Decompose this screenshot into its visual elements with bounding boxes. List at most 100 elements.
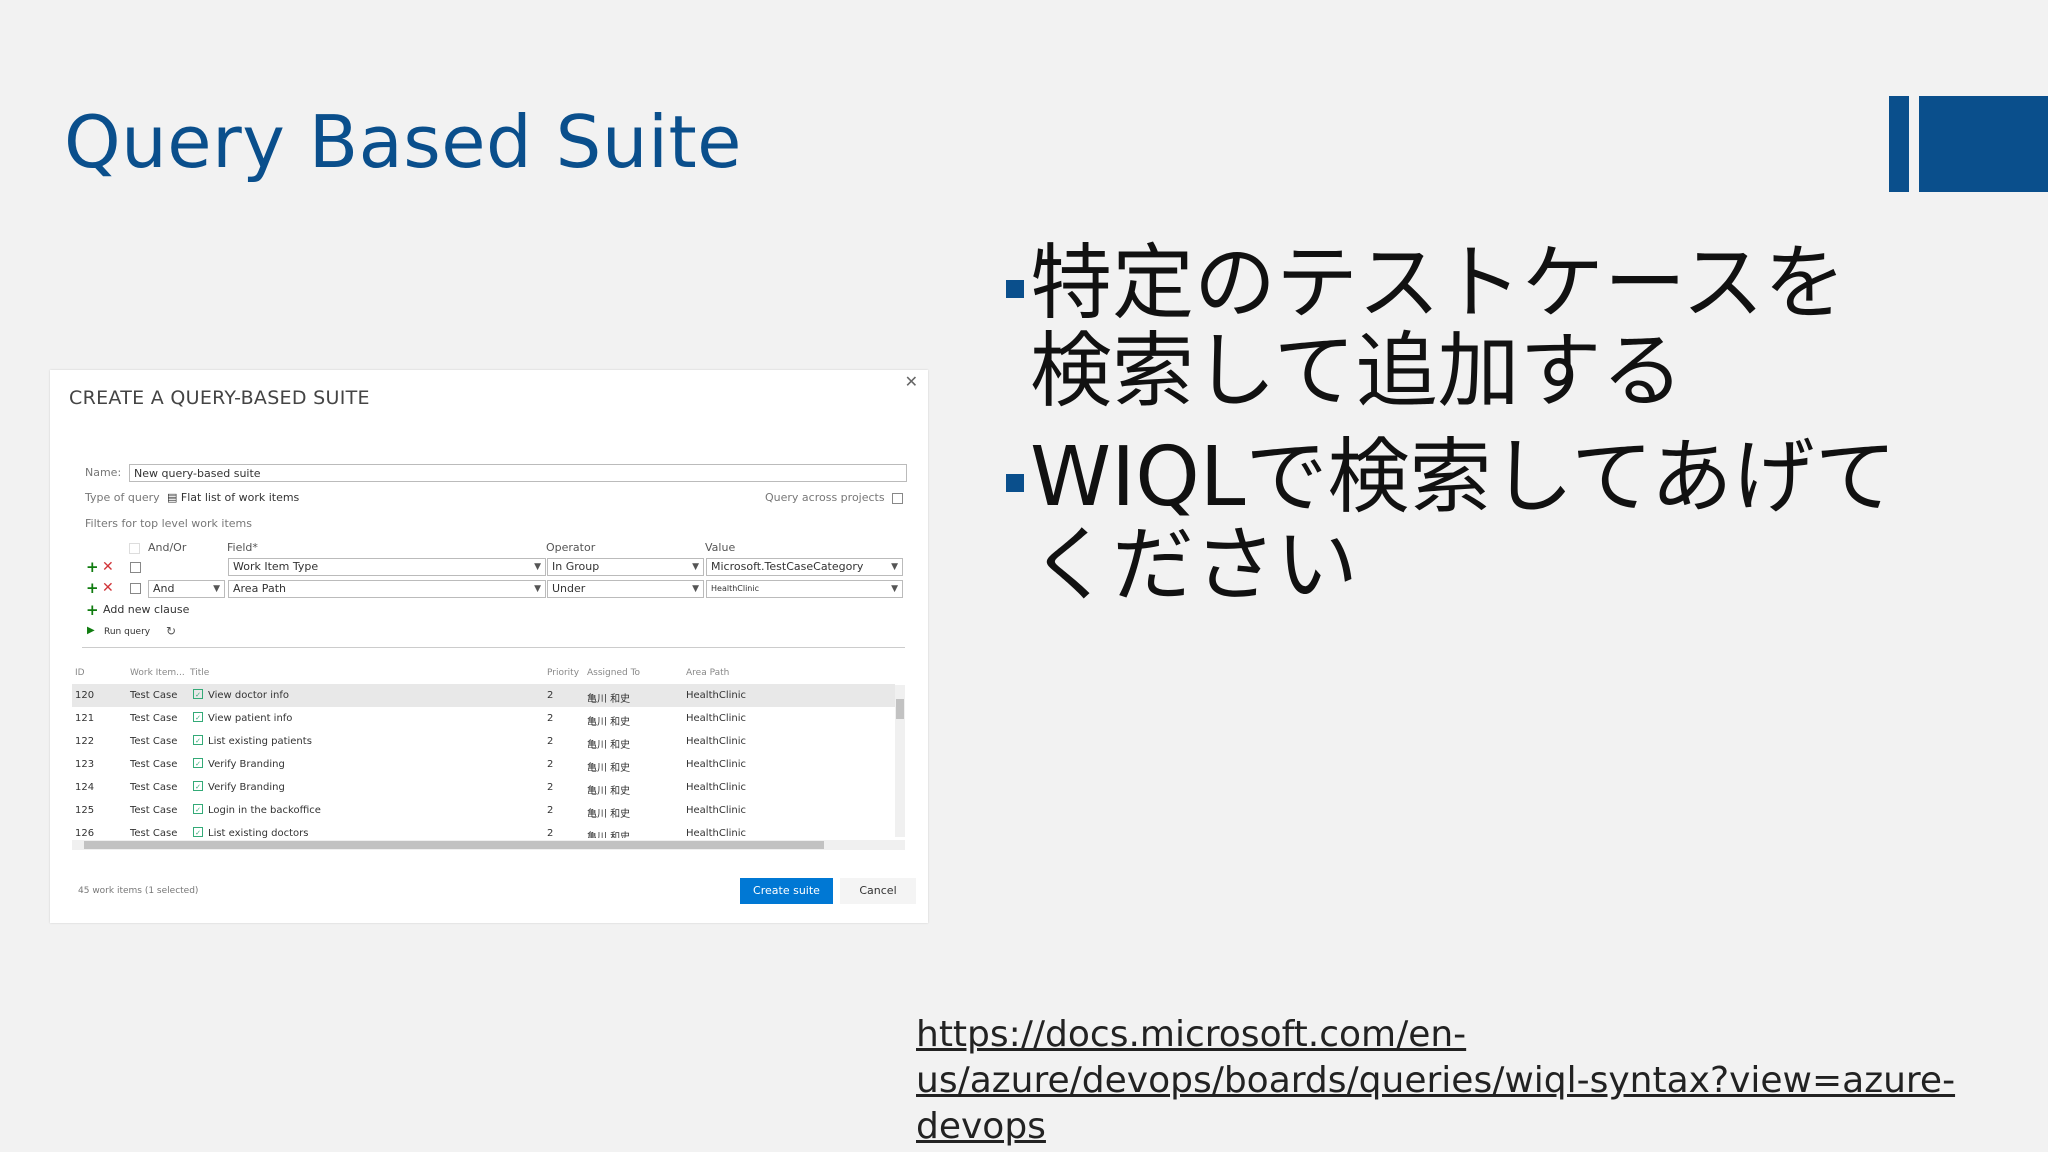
grid-header-title[interactable]: Title: [190, 668, 209, 678]
operator-dropdown[interactable]: In Group ▼: [547, 558, 704, 576]
scroll-thumb[interactable]: [896, 699, 904, 719]
operator-dropdown[interactable]: Under ▼: [547, 580, 704, 598]
grid-header-id[interactable]: ID: [75, 668, 85, 678]
field-value: Work Item Type: [233, 560, 319, 573]
add-new-clause-link[interactable]: Add new clause: [103, 603, 189, 616]
reference-link[interactable]: https://docs.microsoft.com/en-us/azure/d…: [916, 1012, 1976, 1150]
scroll-thumb[interactable]: [84, 841, 824, 849]
cell-type: Test Case: [130, 713, 178, 724]
cell-id: 125: [75, 805, 95, 816]
add-clause-plus-icon[interactable]: +: [86, 560, 99, 575]
query-across-projects-checkbox[interactable]: [892, 493, 903, 504]
cell-area: HealthClinic: [686, 828, 746, 838]
cell-id: 122: [75, 736, 95, 747]
cell-assigned: 亀川 和史: [587, 717, 631, 728]
table-row[interactable]: 121 Test Case ✓ View patient info 2 亀川 和…: [72, 707, 895, 730]
cell-assigned: 亀川 和史: [587, 832, 631, 838]
cell-title: View patient info: [208, 713, 293, 724]
bullet-text: WIQLで検索してあげて ください: [1030, 430, 1897, 613]
select-all-checkbox[interactable]: [129, 543, 140, 554]
cell-id: 123: [75, 759, 95, 770]
filters-label: Filters for top level work items: [85, 517, 252, 530]
cell-id: 120: [75, 690, 95, 701]
cell-area: HealthClinic: [686, 782, 746, 793]
cell-title: Verify Branding: [208, 782, 285, 793]
vertical-scrollbar[interactable]: [895, 685, 905, 837]
type-of-query-value[interactable]: ▤ Flat list of work items: [167, 491, 299, 504]
test-case-icon: ✓: [193, 712, 203, 722]
close-icon[interactable]: ✕: [905, 372, 918, 391]
grid-header-assigned[interactable]: Assigned To: [587, 668, 640, 678]
grid-header-type[interactable]: Work Item...: [130, 668, 185, 678]
cancel-button[interactable]: Cancel: [840, 878, 916, 904]
operator-value: In Group: [552, 560, 600, 573]
cell-assigned: 亀川 和史: [587, 694, 631, 705]
field-dropdown[interactable]: Work Item Type ▼: [228, 558, 546, 576]
name-input[interactable]: New query-based suite: [129, 464, 907, 482]
add-clause-plus-icon[interactable]: +: [86, 581, 99, 596]
cell-priority: 2: [547, 713, 554, 724]
cell-priority: 2: [547, 690, 554, 701]
table-row[interactable]: 122 Test Case ✓ List existing patients 2…: [72, 730, 895, 753]
cell-area: HealthClinic: [686, 713, 746, 724]
value-dropdown[interactable]: HealthClinic ▼: [706, 580, 903, 598]
cell-area: HealthClinic: [686, 759, 746, 770]
value-text: HealthClinic: [711, 584, 759, 593]
cell-title: Verify Branding: [208, 759, 285, 770]
cell-type: Test Case: [130, 736, 178, 747]
value-dropdown[interactable]: Microsoft.TestCaseCategory ▼: [706, 558, 903, 576]
chevron-down-icon: ▼: [213, 584, 220, 594]
value-text: Microsoft.TestCaseCategory: [711, 560, 864, 573]
cell-assigned: 亀川 和史: [587, 809, 631, 820]
table-row[interactable]: 123 Test Case ✓ Verify Branding 2 亀川 和史 …: [72, 753, 895, 776]
cell-title: List existing doctors: [208, 828, 309, 838]
name-label: Name:: [85, 466, 122, 479]
clause-checkbox[interactable]: [130, 583, 141, 594]
cell-title: View doctor info: [208, 690, 289, 701]
cell-priority: 2: [547, 782, 554, 793]
cell-assigned: 亀川 和史: [587, 786, 631, 797]
list-icon: ▤: [167, 491, 178, 504]
bullet-marker-icon: [1006, 280, 1024, 298]
chevron-down-icon: ▼: [692, 584, 699, 594]
test-case-icon: ✓: [193, 689, 203, 699]
chevron-down-icon: ▼: [534, 584, 541, 594]
field-dropdown[interactable]: Area Path ▼: [228, 580, 546, 598]
create-query-suite-dialog: CREATE A QUERY-BASED SUITE ✕ Name: New q…: [50, 370, 928, 923]
cell-area: HealthClinic: [686, 805, 746, 816]
cell-area: HealthClinic: [686, 736, 746, 747]
grid-header-area[interactable]: Area Path: [686, 668, 729, 678]
table-row[interactable]: 124 Test Case ✓ Verify Branding 2 亀川 和史 …: [72, 776, 895, 799]
table-row[interactable]: 126 Test Case ✓ List existing doctors 2 …: [72, 822, 895, 838]
cell-id: 124: [75, 782, 95, 793]
cell-type: Test Case: [130, 759, 178, 770]
andor-dropdown[interactable]: And ▼: [148, 580, 225, 598]
remove-clause-icon[interactable]: ✕: [102, 560, 114, 574]
cell-area: HealthClinic: [686, 690, 746, 701]
bullet-item: 特定のテストケースを 検索して追加する: [1000, 240, 2000, 416]
remove-clause-icon[interactable]: ✕: [102, 581, 114, 595]
refresh-icon[interactable]: ↻: [166, 624, 176, 638]
slide-title: Query Based Suite: [64, 100, 742, 184]
accent-bar-thin: [1889, 96, 1909, 192]
clause-checkbox[interactable]: [130, 562, 141, 573]
cell-assigned: 亀川 和史: [587, 763, 631, 774]
horizontal-scrollbar[interactable]: [72, 840, 905, 850]
grid-header-priority[interactable]: Priority: [547, 668, 579, 678]
cell-priority: 2: [547, 828, 554, 838]
bullet-marker-icon: [1006, 474, 1024, 492]
cell-title: Login in the backoffice: [208, 805, 321, 816]
table-row[interactable]: 125 Test Case ✓ Login in the backoffice …: [72, 799, 895, 822]
create-suite-button[interactable]: Create suite: [740, 878, 833, 904]
run-query-button[interactable]: Run query: [104, 627, 150, 637]
test-case-icon: ✓: [193, 827, 203, 837]
chevron-down-icon: ▼: [692, 562, 699, 572]
andor-header: And/Or: [148, 541, 187, 554]
cell-priority: 2: [547, 805, 554, 816]
divider: [82, 647, 905, 648]
andor-value: And: [153, 582, 175, 595]
test-case-icon: ✓: [193, 781, 203, 791]
test-case-icon: ✓: [193, 735, 203, 745]
table-row[interactable]: 120 Test Case ✓ View doctor info 2 亀川 和史…: [72, 684, 895, 707]
accent-bar-wide: [1919, 96, 2048, 192]
